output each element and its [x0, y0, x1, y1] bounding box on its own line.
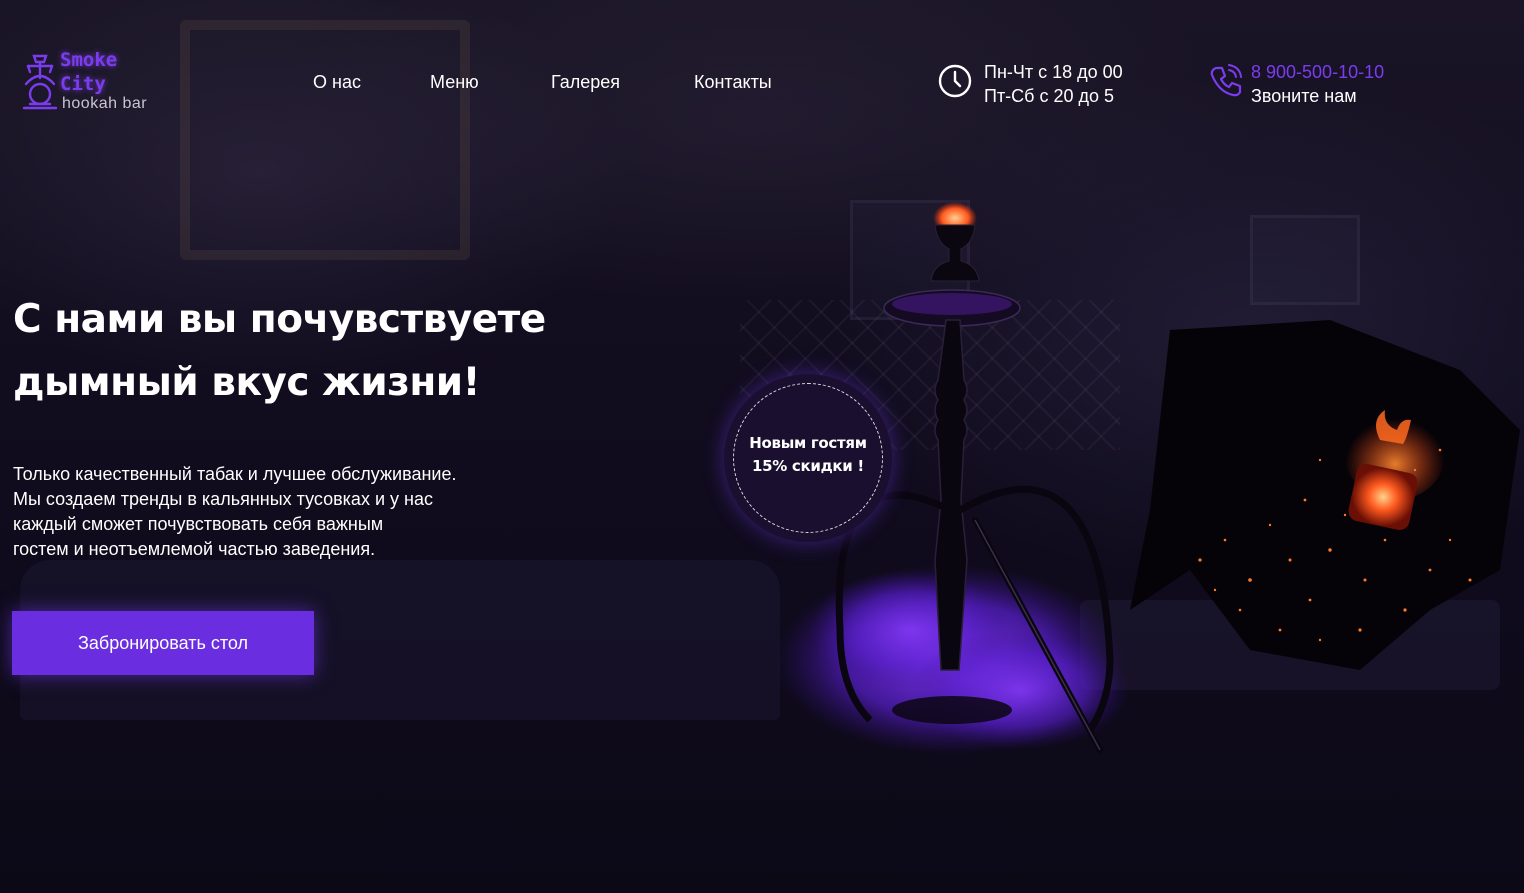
- hero-description-line: гостем и неотъемлемой частью заведения.: [13, 539, 376, 559]
- phone-number-link[interactable]: 8 900-500-10-10: [1251, 60, 1384, 84]
- brand-tagline: hookah bar: [62, 95, 148, 112]
- burning-coal-image: [1130, 320, 1520, 670]
- nav-item-menu[interactable]: Меню: [430, 72, 479, 93]
- hero-description-line: Только качественный табак и лучшее обслу…: [13, 464, 457, 484]
- opening-hours: Пн-Чт с 18 до 00 Пт-Сб с 20 до 5: [984, 60, 1123, 108]
- hours-weekend: Пт-Сб с 20 до 5: [984, 86, 1115, 106]
- clock-icon: [938, 64, 972, 98]
- phone-caption: Звоните нам: [1251, 86, 1357, 106]
- background-mirror-frame: [180, 20, 470, 260]
- phone-contact: 8 900-500-10-10 Звоните нам: [1251, 60, 1384, 108]
- brand-name-line1: Smoke: [60, 49, 118, 71]
- brand-name: Smoke City: [60, 48, 170, 96]
- hero-description: Только качественный табак и лучшее обслу…: [13, 462, 573, 562]
- badge-line1: Новым гостям: [749, 434, 867, 452]
- hours-weekdays: Пн-Чт с 18 до 00: [984, 62, 1123, 82]
- nav-item-about[interactable]: О нас: [313, 72, 361, 93]
- new-guest-discount-badge: Новым гостям 15% скидки !: [724, 374, 892, 542]
- hero-title: С нами вы почувствуете дымный вкус жизни…: [13, 288, 633, 414]
- book-table-button[interactable]: Забронировать стол: [12, 611, 314, 675]
- badge-text: Новым гостям 15% скидки !: [724, 432, 892, 478]
- nav-item-contacts[interactable]: Контакты: [694, 72, 772, 93]
- brand-name-line2: City: [60, 73, 106, 95]
- phone-icon: [1210, 64, 1242, 97]
- logo[interactable]: Smoke City hookah bar: [20, 48, 170, 118]
- background-window: [1250, 215, 1360, 305]
- hero-title-line2: дымный вкус жизни!: [13, 360, 480, 405]
- nav-item-gallery[interactable]: Галерея: [551, 72, 620, 93]
- hookah-logo-icon: [22, 54, 58, 110]
- hero-title-line1: С нами вы почувствуете: [13, 297, 546, 342]
- hero-description-line: Мы создаем тренды в кальянных тусовках и…: [13, 489, 433, 509]
- hero-description-line: каждый сможет почувствовать себя важным: [13, 514, 384, 534]
- badge-line2: 15% скидки !: [752, 457, 864, 475]
